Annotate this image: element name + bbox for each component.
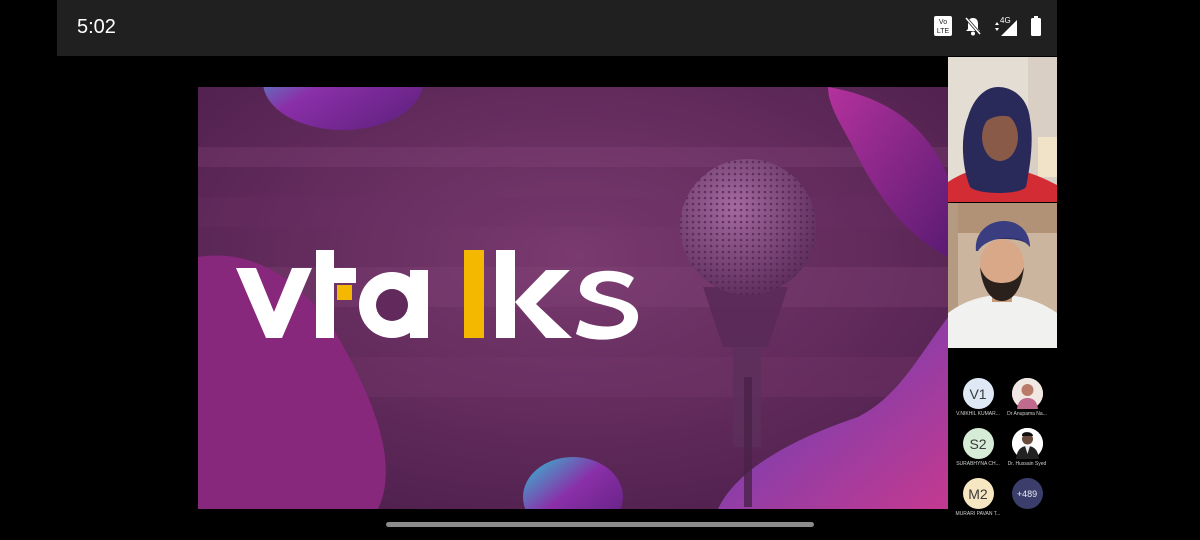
vtalks-logo: [236, 250, 639, 340]
presenter-tile-2[interactable]: [948, 203, 1057, 348]
signal-4g-icon: 4G: [993, 15, 1019, 37]
bell-off-icon: [963, 15, 983, 37]
svg-text:LTE: LTE: [937, 28, 950, 35]
participant-item[interactable]: Dr. Hussain Syed: [999, 428, 1055, 467]
participant-item[interactable]: S2 SURABHYNA CH...: [950, 428, 1006, 467]
participant-video-2: [948, 203, 1057, 348]
svg-text:Vo: Vo: [939, 19, 947, 26]
participant-item[interactable]: Dr Anupama Na...: [999, 378, 1055, 417]
svg-text:4G: 4G: [1000, 16, 1011, 25]
participant-avatar-photo: [1011, 378, 1043, 409]
participant-avatar: V1: [962, 378, 994, 409]
more-participants-count: +489: [1011, 478, 1043, 509]
participant-item[interactable]: M2 MURARI PAVAN T...: [950, 478, 1006, 517]
more-participants-button[interactable]: +489: [999, 478, 1055, 509]
participant-name: Dr. Hussain Syed: [1007, 461, 1047, 467]
status-bar: 5:02 Vo LTE 4G: [57, 0, 1057, 56]
participant-avatar-photo: [1011, 428, 1043, 459]
participant-avatar: M2: [962, 478, 994, 509]
participant-name: SURABHYNA CH...: [956, 461, 1000, 467]
home-indicator[interactable]: [386, 522, 814, 527]
presentation-slide: [198, 87, 948, 509]
volte-icon: Vo LTE: [933, 15, 953, 37]
participant-name: MURARI PAVAN T...: [955, 511, 1001, 517]
participant-avatar: S2: [962, 428, 994, 459]
presenter-tile-1[interactable]: [948, 57, 1057, 202]
status-time: 5:02: [77, 16, 116, 38]
participant-video-1: [948, 57, 1057, 202]
participant-item[interactable]: V1 V.NIKHIL KUMAR...: [950, 378, 1006, 417]
status-icons: Vo LTE 4G: [933, 15, 1043, 37]
battery-icon: [1029, 15, 1043, 37]
participant-name: Dr Anupama Na...: [1007, 411, 1047, 417]
participant-name: V.NIKHIL KUMAR...: [956, 411, 1000, 417]
